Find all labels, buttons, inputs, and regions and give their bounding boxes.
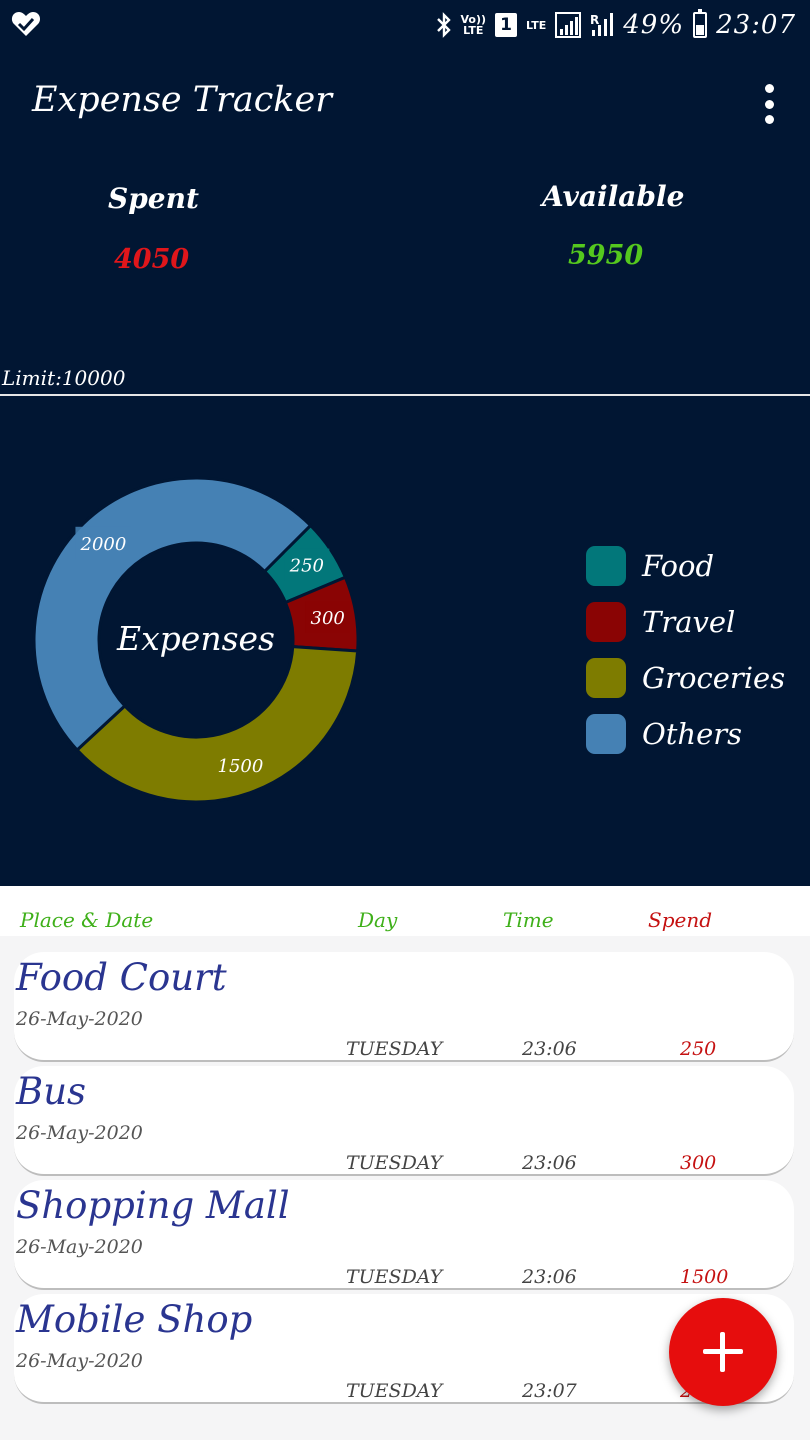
legend-label: Groceries (642, 661, 786, 695)
expense-date: 26-May-2020 (16, 1122, 143, 1144)
legend-swatch (586, 546, 626, 586)
expense-time: 23:06 (522, 1266, 577, 1288)
battery-percent: 49% (623, 10, 685, 40)
slice-value-label: 300 (311, 608, 345, 629)
limit-text: Limit:10000 (2, 366, 126, 390)
add-expense-button[interactable] (669, 1298, 777, 1406)
status-bar: Vo)) LTE 1 LTE R 49% 23:07 (0, 0, 810, 50)
spent-value: 4050 (114, 244, 190, 275)
expense-place: Mobile Shop (16, 1298, 253, 1341)
expense-donut-chart[interactable]: 250 300 1500 2000 Expenses (0, 396, 400, 886)
signal-icon (555, 12, 582, 38)
slice-value-label: 1500 (218, 756, 264, 777)
spent-label: Spent (108, 182, 199, 215)
expense-day: TUESDAY (346, 1266, 443, 1288)
expense-amount: 1500 (680, 1266, 729, 1288)
expense-time: 23:06 (522, 1152, 577, 1174)
health-heart-icon (11, 12, 41, 36)
expense-time: 23:06 (522, 1038, 577, 1060)
expense-row[interactable]: Food Court 26-May-2020 TUESDAY 23:06 250 (14, 952, 794, 1062)
header-spend: Spend (648, 908, 713, 932)
battery-icon (693, 9, 708, 38)
expense-day: TUESDAY (346, 1380, 443, 1402)
legend-item-others: Others (586, 706, 785, 762)
expense-date: 26-May-2020 (16, 1236, 143, 1258)
expense-time: 23:07 (522, 1380, 577, 1402)
legend-label: Food (642, 549, 715, 583)
slice-value-label: 2000 (80, 534, 127, 555)
sim-indicator: 1 (495, 13, 518, 37)
legend-item-groceries: Groceries (586, 650, 785, 706)
legend-swatch (586, 658, 626, 698)
app-bar: Expense Tracker (0, 50, 810, 156)
expense-date: 26-May-2020 (16, 1008, 143, 1030)
expense-place: Bus (16, 1070, 87, 1113)
budget-summary: Spent 4050 Available 5950 Limit:10000 (0, 156, 810, 394)
legend-label: Travel (642, 605, 736, 639)
expense-row[interactable]: Shopping Mall 26-May-2020 TUESDAY 23:06 1500 (14, 1180, 794, 1290)
expense-amount: 250 (680, 1038, 717, 1060)
plus-icon (703, 1332, 743, 1372)
header-day: Day (358, 908, 398, 932)
legend-item-travel: Travel (586, 594, 785, 650)
legend-item-food: Food (586, 538, 785, 594)
expense-place: Food Court (16, 956, 227, 999)
lte-icon: LTE (526, 18, 547, 32)
header-place-date: Place & Date (20, 908, 154, 932)
expense-row[interactable]: Bus 26-May-2020 TUESDAY 23:06 300 (14, 1066, 794, 1176)
header-time: Time (503, 908, 554, 932)
more-options-icon[interactable] (762, 84, 776, 124)
chart-legend: Food Travel Groceries Others (586, 538, 785, 762)
roaming-signal-icon: R (590, 13, 614, 36)
expense-day: TUESDAY (346, 1038, 443, 1060)
legend-swatch (586, 714, 626, 754)
donut-center-label: Expenses (116, 619, 275, 658)
expense-amount: 300 (680, 1152, 717, 1174)
expense-place: Shopping Mall (16, 1184, 290, 1227)
legend-label: Others (642, 717, 743, 751)
expense-date: 26-May-2020 (16, 1350, 143, 1372)
bluetooth-icon (436, 12, 451, 38)
available-label: Available (542, 180, 685, 213)
volte-icon: Vo)) LTE (460, 13, 487, 37)
list-header: Place & Date Day Time Spend (0, 886, 810, 936)
slice-value-label: 250 (289, 556, 324, 577)
status-icons: Vo)) LTE 1 LTE R 49% 23:07 (436, 6, 796, 44)
clock: 23:07 (716, 10, 796, 40)
expense-day: TUESDAY (346, 1152, 443, 1174)
app-title: Expense Tracker (32, 80, 332, 120)
legend-swatch (586, 602, 626, 642)
available-value: 5950 (568, 240, 644, 271)
expense-chart-section: 250 300 1500 2000 Expenses Food Travel Groceri… (0, 396, 810, 886)
svg-text:R: R (590, 13, 599, 27)
